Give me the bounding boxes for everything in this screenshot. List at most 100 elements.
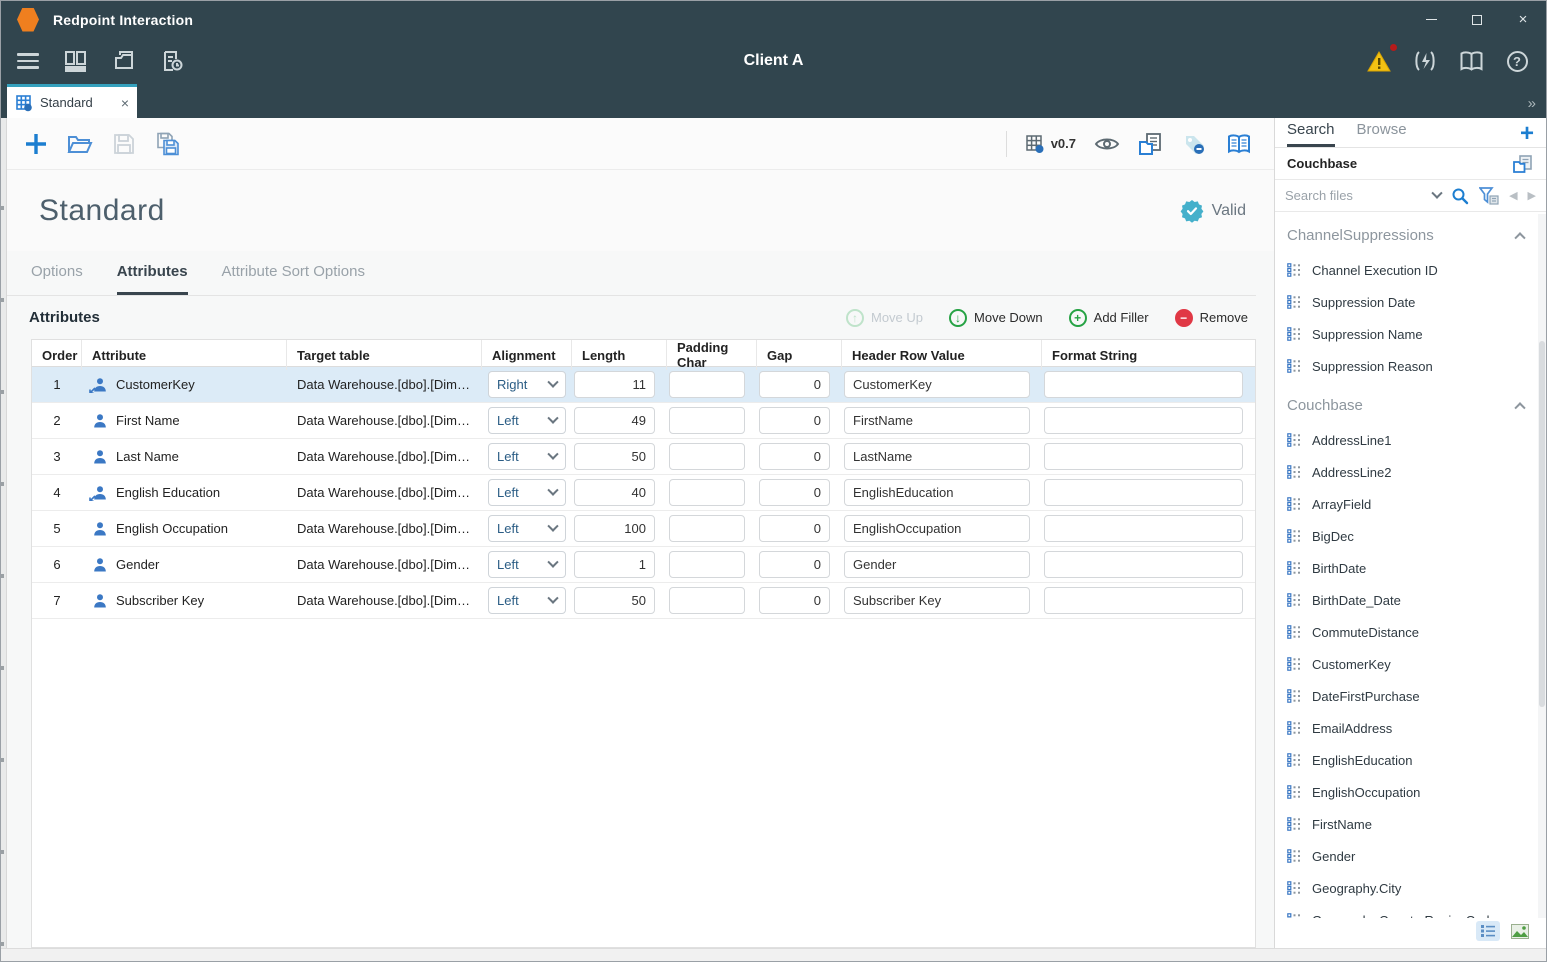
alignment-dropdown[interactable]: Right	[488, 371, 566, 398]
documentation-button[interactable]	[1456, 46, 1486, 76]
horizontal-scrollbar[interactable]	[1, 948, 1546, 961]
group-header[interactable]: Couchbase	[1275, 386, 1538, 424]
table-row[interactable]: 6 Gender Data Warehouse.[dbo].[DimCusto.…	[32, 547, 1255, 583]
gap-input[interactable]	[759, 515, 830, 542]
reference-button[interactable]	[1226, 133, 1252, 155]
format-string-input[interactable]	[1044, 479, 1243, 506]
field-item[interactable]: Gender	[1275, 840, 1538, 872]
search-icon[interactable]	[1451, 187, 1469, 205]
sidebar-tab-browse[interactable]: Browse	[1357, 121, 1407, 147]
add-filler-button[interactable]: + Add Filler	[1069, 309, 1149, 327]
column-header-alignment[interactable]: Alignment	[482, 340, 572, 370]
field-item[interactable]: AddressLine2	[1275, 456, 1538, 488]
tab-standard[interactable]: Standard ×	[7, 84, 137, 118]
column-header-format-string[interactable]: Format String	[1042, 340, 1255, 370]
format-string-input[interactable]	[1044, 515, 1243, 542]
gap-input[interactable]	[759, 407, 830, 434]
field-item[interactable]: CommuteDistance	[1275, 616, 1538, 648]
preview-view-button[interactable]	[1508, 921, 1532, 941]
field-item[interactable]: FirstName	[1275, 808, 1538, 840]
length-input[interactable]	[574, 515, 655, 542]
format-string-input[interactable]	[1044, 371, 1243, 398]
table-row[interactable]: 1 CustomerKey Data Warehouse.[dbo].[DimC…	[32, 367, 1255, 403]
source-folder-icon[interactable]	[1512, 154, 1534, 174]
open-button[interactable]	[67, 133, 93, 155]
padding-char-input[interactable]	[669, 551, 745, 578]
padding-char-input[interactable]	[669, 479, 745, 506]
column-header-attribute[interactable]: Attribute	[82, 340, 287, 370]
gap-input[interactable]	[759, 479, 830, 506]
sidebar-tab-search[interactable]: Search	[1287, 121, 1335, 147]
field-item[interactable]: BirthDate_Date	[1275, 584, 1538, 616]
gap-input[interactable]	[759, 443, 830, 470]
table-row[interactable]: 7 Subscriber Key Data Warehouse.[dbo].[D…	[32, 583, 1255, 619]
padding-char-input[interactable]	[669, 443, 745, 470]
minimize-button[interactable]	[1408, 1, 1454, 38]
length-input[interactable]	[574, 443, 655, 470]
gap-input[interactable]	[759, 551, 830, 578]
column-header-padding-char[interactable]: Padding Char	[667, 340, 757, 370]
alerts-button[interactable]	[1364, 46, 1394, 76]
padding-char-input[interactable]	[669, 515, 745, 542]
header-row-value-input[interactable]	[844, 587, 1030, 614]
format-string-input[interactable]	[1044, 551, 1243, 578]
padding-char-input[interactable]	[669, 407, 745, 434]
alignment-dropdown[interactable]: Left	[488, 551, 566, 578]
alignment-dropdown[interactable]: Left	[488, 515, 566, 542]
field-item[interactable]: BirthDate	[1275, 552, 1538, 584]
field-item[interactable]: EnglishEducation	[1275, 744, 1538, 776]
header-row-value-input[interactable]	[844, 371, 1030, 398]
field-item[interactable]: Channel Execution ID	[1275, 254, 1538, 286]
column-header-header-row-value[interactable]: Header Row Value	[842, 340, 1042, 370]
sidebar-scrollbar[interactable]	[1538, 214, 1546, 918]
save-button[interactable]	[113, 133, 135, 155]
gap-input[interactable]	[759, 371, 830, 398]
search-history-chevron-icon[interactable]	[1431, 187, 1442, 198]
field-item[interactable]: Suppression Reason	[1275, 350, 1538, 382]
header-row-value-input[interactable]	[844, 515, 1030, 542]
collapse-chevron-icon[interactable]	[1514, 232, 1525, 243]
length-input[interactable]	[574, 371, 655, 398]
length-input[interactable]	[574, 407, 655, 434]
format-string-input[interactable]	[1044, 407, 1243, 434]
remove-button[interactable]: − Remove	[1175, 309, 1248, 327]
header-row-value-input[interactable]	[844, 479, 1030, 506]
recent-files-button[interactable]	[157, 46, 187, 76]
column-header-target-table[interactable]: Target table	[287, 340, 482, 370]
alignment-dropdown[interactable]: Left	[488, 443, 566, 470]
sidebar-add-icon[interactable]: +	[1520, 124, 1534, 147]
field-item[interactable]: ArrayField	[1275, 488, 1538, 520]
length-input[interactable]	[574, 587, 655, 614]
move-down-button[interactable]: ↓ Move Down	[949, 309, 1043, 327]
field-item[interactable]: EmailAddress	[1275, 712, 1538, 744]
table-row[interactable]: 5 English Occupation Data Warehouse.[dbo…	[32, 511, 1255, 547]
tab-options[interactable]: Options	[31, 263, 83, 295]
nav-back-icon[interactable]: ◀	[1509, 189, 1517, 202]
format-string-input[interactable]	[1044, 443, 1243, 470]
alignment-dropdown[interactable]: Left	[488, 587, 566, 614]
move-up-button[interactable]: ↑ Move Up	[846, 309, 923, 327]
length-input[interactable]	[574, 551, 655, 578]
maximize-button[interactable]	[1454, 1, 1500, 38]
tab-close-icon[interactable]: ×	[121, 95, 129, 111]
collapse-chevron-icon[interactable]	[1514, 402, 1525, 413]
close-button[interactable]: ×	[1500, 1, 1546, 38]
field-item[interactable]: EnglishOccupation	[1275, 776, 1538, 808]
version-indicator[interactable]: v0.7	[1025, 134, 1076, 154]
field-item[interactable]: Suppression Name	[1275, 318, 1538, 350]
length-input[interactable]	[574, 479, 655, 506]
preview-button[interactable]	[1094, 135, 1120, 153]
field-item[interactable]: BigDec	[1275, 520, 1538, 552]
table-row[interactable]: 4 English Education Data Warehouse.[dbo]…	[32, 475, 1255, 511]
alignment-dropdown[interactable]: Left	[488, 407, 566, 434]
padding-char-input[interactable]	[669, 371, 745, 398]
nav-forward-icon[interactable]: ▶	[1528, 189, 1536, 202]
field-item[interactable]: Geography.CountryRegionCode	[1275, 904, 1538, 918]
field-item[interactable]: Geography.City	[1275, 872, 1538, 904]
header-row-value-input[interactable]	[844, 551, 1030, 578]
table-row[interactable]: 2 First Name Data Warehouse.[dbo].[DimCu…	[32, 403, 1255, 439]
format-string-input[interactable]	[1044, 587, 1243, 614]
column-header-order[interactable]: Order	[32, 340, 82, 370]
tab-overflow-icon[interactable]: »	[1528, 95, 1536, 112]
header-row-value-input[interactable]	[844, 443, 1030, 470]
